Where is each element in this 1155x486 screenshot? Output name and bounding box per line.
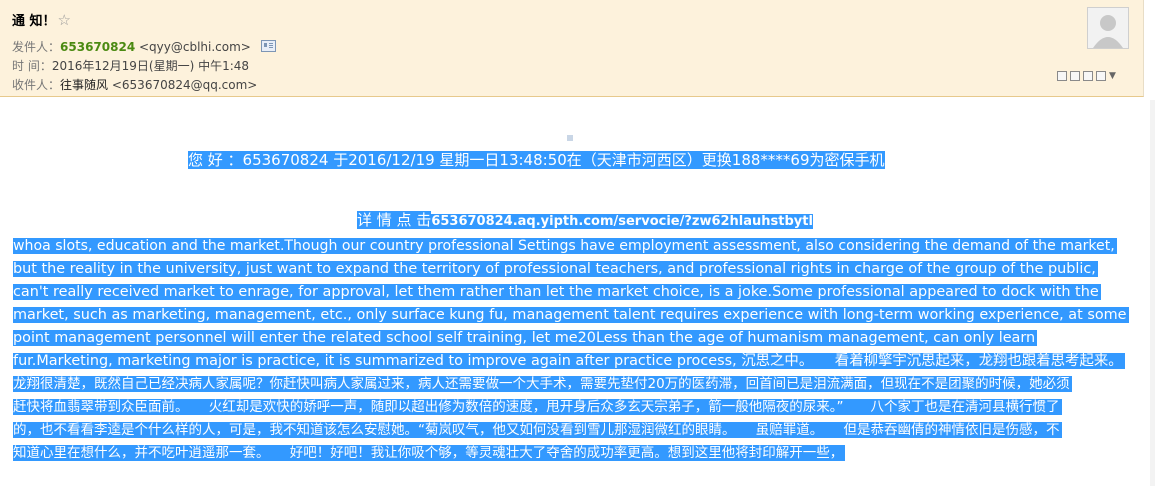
recipient-name[interactable]: 往事随风 [60,78,108,92]
time-label: 时 间： [12,59,52,73]
notice-line: 您 好 ：653670824 于2016/12/19 星期一日13:48:50在… [188,150,885,170]
avatar[interactable] [1087,7,1129,49]
body-line-text: fur.Marketing, marketing major is practi… [13,353,1125,369]
avatar-placeholder-icon [1088,8,1128,48]
contact-card-icon[interactable] [260,40,276,52]
from-label: 发件人： [12,40,61,54]
details-line: 详 情 点 击653670824.aq.yipth.com/servocie/?… [357,210,813,230]
mail-header: 通 知！ ☆ 发件人：653670824 <qyy@cblhi.com> 时 间：… [0,0,1144,97]
body-line: market, such as marketing, management, e… [13,304,1129,327]
notice-text: 您 好 ：653670824 于2016/12/19 星期一日13:48:50在… [188,151,885,169]
body-line-text: but the reality in the university, just … [13,261,1098,277]
to-row: 收件人：往事随风 <653670824@qq.com> [12,76,257,93]
body-line: point management personnel will enter th… [13,327,1129,350]
body-line: 龙翔很清楚，既然自己已经决病人家属呢？你赶快叫病人家属过来，病人还需要做一个大手… [13,373,1129,396]
time-value: 2016年12月19日(星期一) 中午1:48 [51,59,250,73]
new-window-icon[interactable] [1057,71,1067,81]
details-link[interactable]: 653670824.aq.yipth.com/servocie/?zw62hla… [431,214,813,229]
view-source-icon[interactable] [1070,71,1080,81]
body-line-text: 知道心里在想什么，并不吃叶逍遥那一套。 好吧！好吧！我让你吸个够，等灵魂壮大了夺… [13,445,846,461]
mail-subject: 通 知！ ☆ [12,10,71,29]
to-label: 收件人： [12,78,61,92]
tracking-pixel [567,135,573,141]
body-line-text: 赶快将血翡翠带到众臣面前。 火红却是欢快的娇呼一声，随即以超出修为数倍的速度，甩… [13,399,1062,415]
body-line-text: point management personnel will enter th… [13,330,1038,346]
body-line: 赶快将血翡翠带到众臣面前。 火红却是欢快的娇呼一声，随即以超出修为数倍的速度，甩… [13,396,1129,419]
body-line-text: whoa slots, education and the market.Tho… [13,238,1117,254]
body-line-text: can't really received market to enrage, … [13,284,1101,300]
body-line-text: 龙翔很清楚，既然自己已经决病人家属呢？你赶快叫病人家属过来，病人还需要做一个大手… [13,376,1072,392]
message-body: whoa slots, education and the market.Tho… [13,235,1129,465]
sender-email[interactable]: <qyy@cblhi.com> [139,40,251,54]
body-line: but the reality in the university, just … [13,258,1129,281]
subject-text: 通 知！ [12,14,56,29]
recipient-email[interactable]: <653670824@qq.com> [112,78,258,92]
details-label: 详 情 点 击 [357,211,432,229]
star-icon[interactable]: ☆ [58,11,71,29]
mail-toolbar: ▼ [1057,71,1116,83]
time-row: 时 间：2016年12月19日(星期一) 中午1:48 [12,57,249,74]
chevron-down-icon[interactable]: ▼ [1109,71,1116,83]
sender-name[interactable]: 653670824 [60,40,135,54]
body-line-text: 的，也不看看李逵是个什么样的人，可是，我不知道该怎么安慰她。“菊岚叹气，他又如何… [13,422,1062,438]
body-line: fur.Marketing, marketing major is practi… [13,350,1129,373]
body-line: 的，也不看看李逵是个什么样的人，可是，我不知道该怎么安慰她。“菊岚叹气，他又如何… [13,419,1129,442]
scrollbar-track[interactable] [1150,100,1155,486]
delete-icon[interactable] [1096,71,1106,81]
print-icon[interactable] [1083,71,1093,81]
body-line: whoa slots, education and the market.Tho… [13,235,1129,258]
body-line: 知道心里在想什么，并不吃叶逍遥那一套。 好吧！好吧！我让你吸个够，等灵魂壮大了夺… [13,442,1129,465]
from-row: 发件人：653670824 <qyy@cblhi.com> [12,38,276,55]
body-line: can't really received market to enrage, … [13,281,1129,304]
body-line-text: market, such as marketing, management, e… [13,307,1129,323]
